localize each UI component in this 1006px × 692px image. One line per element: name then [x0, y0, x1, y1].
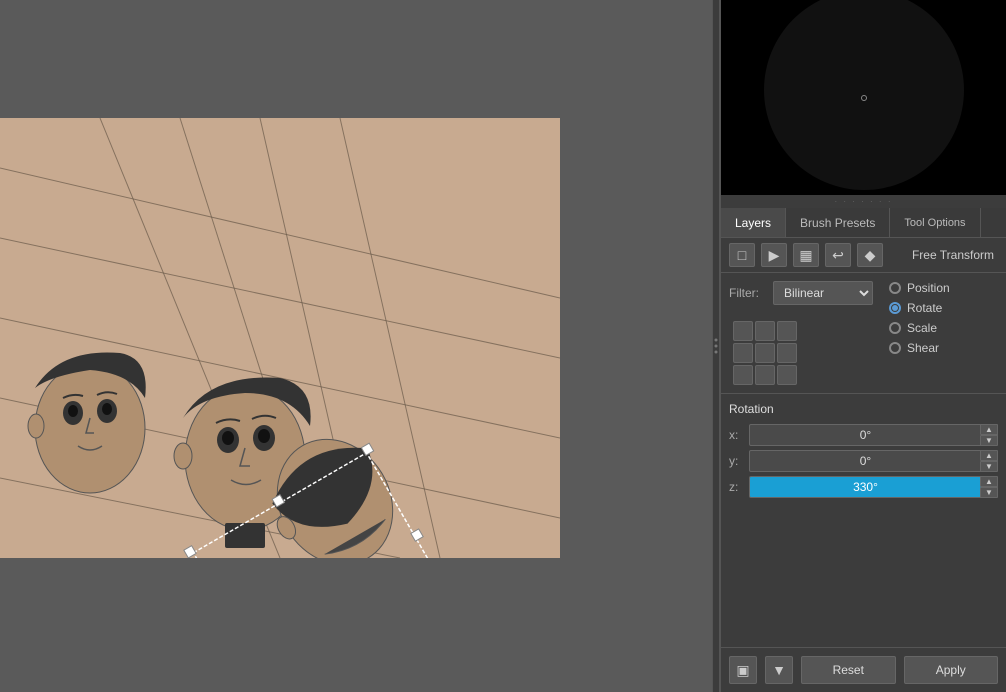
brush-preview — [721, 0, 1006, 195]
rotation-x-input-wrap: ▲ ▼ — [749, 424, 998, 446]
radio-rotate-circle — [889, 302, 901, 314]
options-icon[interactable]: ▼ — [765, 656, 793, 684]
rotation-z-up[interactable]: ▲ — [980, 476, 998, 487]
interpolation-grid — [733, 321, 873, 385]
toolbar-icons-row: □ ▶ ▦ ↩ ◆ Free Transform — [721, 238, 1006, 273]
rotation-x-spinners: ▲ ▼ — [980, 424, 998, 446]
radio-scale[interactable]: Scale — [889, 321, 950, 335]
radio-position-label: Position — [907, 281, 950, 295]
filter-row: Filter: Bilinear Bicubic Nearest Neighbo… — [729, 281, 873, 305]
rotation-y-label: y: — [729, 454, 749, 468]
radio-shear-label: Shear — [907, 341, 939, 355]
panel-divider: · · · · · · · — [721, 195, 1006, 208]
grid-cell-4[interactable] — [755, 343, 775, 363]
rotation-z-row: z: ▲ ▼ — [729, 476, 998, 498]
filter-label: Filter: — [729, 286, 765, 300]
brush-center-dot — [861, 95, 867, 101]
rotation-y-input[interactable] — [749, 450, 998, 472]
transform-square-icon[interactable]: ▣ — [729, 656, 757, 684]
tab-tool-options[interactable]: Tool Options — [890, 208, 980, 237]
left-middle-controls: Filter: Bilinear Bicubic Nearest Neighbo… — [729, 281, 873, 385]
canvas-content — [0, 118, 560, 558]
rotation-y-down[interactable]: ▼ — [980, 461, 998, 472]
radio-shear-circle — [889, 342, 901, 354]
rotation-title: Rotation — [729, 402, 998, 416]
filter-select[interactable]: Bilinear Bicubic Nearest Neighbor — [773, 281, 873, 305]
rotation-y-input-wrap: ▲ ▼ — [749, 450, 998, 472]
grid-cell-0[interactable] — [733, 321, 753, 341]
grid-cell-6[interactable] — [733, 365, 753, 385]
grid-cell-5[interactable] — [777, 343, 797, 363]
radio-scale-label: Scale — [907, 321, 937, 335]
spacer — [721, 510, 1006, 647]
rotation-z-input-wrap: ▲ ▼ — [749, 476, 998, 498]
rotation-x-up[interactable]: ▲ — [980, 424, 998, 435]
rotation-y-row: y: ▲ ▼ — [729, 450, 998, 472]
curve-icon[interactable]: ↩ — [825, 243, 851, 267]
tab-brush-presets[interactable]: Brush Presets — [786, 208, 890, 237]
rotation-z-input[interactable] — [749, 476, 998, 498]
panel-tabs: Layers Brush Presets Tool Options — [721, 208, 1006, 238]
rotation-y-spinners: ▲ ▼ — [980, 450, 998, 472]
apply-button[interactable]: Apply — [904, 656, 999, 684]
radio-shear[interactable]: Shear — [889, 341, 950, 355]
rotation-y-up[interactable]: ▲ — [980, 450, 998, 461]
canvas-area — [0, 0, 720, 692]
rotation-x-down[interactable]: ▼ — [980, 435, 998, 446]
grid-cell-8[interactable] — [777, 365, 797, 385]
middle-section: Filter: Bilinear Bicubic Nearest Neighbo… — [721, 273, 1006, 394]
manga-canvas — [0, 118, 560, 558]
transform-mode-options: Position Rotate Scale Shear — [889, 281, 950, 355]
right-panel: · · · · · · · Layers Brush Presets Tool … — [720, 0, 1006, 692]
radio-position[interactable]: Position — [889, 281, 950, 295]
panel-resize-handle[interactable] — [712, 0, 720, 692]
rotation-x-input[interactable] — [749, 424, 998, 446]
bottom-buttons: ▣ ▼ Reset Apply — [721, 647, 1006, 692]
radio-rotate-label: Rotate — [907, 301, 942, 315]
reset-button[interactable]: Reset — [801, 656, 896, 684]
radio-rotate[interactable]: Rotate — [889, 301, 950, 315]
radio-position-circle — [889, 282, 901, 294]
tab-layers[interactable]: Layers — [721, 208, 786, 237]
rotation-x-row: x: ▲ ▼ — [729, 424, 998, 446]
rotation-z-down[interactable]: ▼ — [980, 487, 998, 498]
grid-cell-1[interactable] — [755, 321, 775, 341]
rotation-z-label: z: — [729, 480, 749, 494]
grid-icon[interactable]: ▦ — [793, 243, 819, 267]
transform-label: Free Transform — [889, 248, 998, 262]
rotation-x-label: x: — [729, 428, 749, 442]
radio-scale-circle — [889, 322, 901, 334]
rect-tool-icon[interactable]: □ — [729, 243, 755, 267]
rotation-section: Rotation x: ▲ ▼ y: ▲ ▼ — [721, 394, 1006, 510]
grid-cell-2[interactable] — [777, 321, 797, 341]
drop-icon[interactable]: ◆ — [857, 243, 883, 267]
grid-cell-3[interactable] — [733, 343, 753, 363]
play-icon[interactable]: ▶ — [761, 243, 787, 267]
rotation-z-spinners: ▲ ▼ — [980, 476, 998, 498]
grid-cell-7[interactable] — [755, 365, 775, 385]
